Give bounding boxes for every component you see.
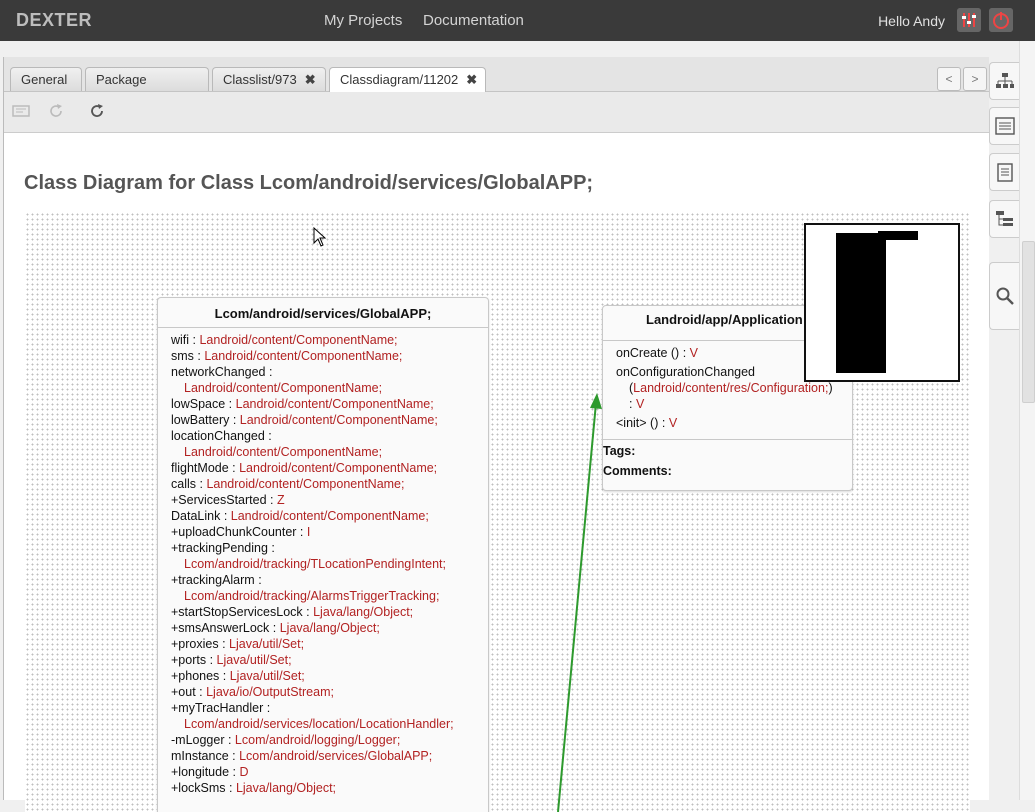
main-panel: General Package Deps✖ Classlist/973 ✖ Cla… xyxy=(3,57,989,812)
tab-classlist[interactable]: Classlist/973 ✖ xyxy=(212,67,326,91)
settings-button[interactable] xyxy=(957,8,981,32)
tab-label: General xyxy=(21,72,68,87)
tab-label: Classdiagram/11202 xyxy=(340,72,459,87)
close-icon[interactable]: ✖ xyxy=(305,72,316,87)
tab-classdiagram[interactable]: Classdiagram/11202 ✖ xyxy=(329,67,486,92)
class-name: Lcom/android/services/GlobalAPP; xyxy=(158,298,488,328)
logout-button[interactable] xyxy=(989,8,1013,32)
search-button[interactable] xyxy=(989,262,1019,330)
export-button[interactable] xyxy=(10,101,32,123)
diagram-canvas[interactable]: Lcom/android/services/GlobalAPP; wifi : … xyxy=(25,212,970,812)
tab-general[interactable]: General xyxy=(10,67,82,91)
tags-label: Tags: xyxy=(603,444,636,458)
field-item: lowBattery : Landroid/content/ComponentN… xyxy=(171,413,438,427)
list-icon xyxy=(994,117,1015,135)
power-icon xyxy=(989,8,1013,32)
minimap-view xyxy=(836,231,918,373)
close-icon[interactable]: ✖ xyxy=(466,72,477,87)
search-icon xyxy=(996,287,1014,305)
field-item: +phones : Ljava/util/Set; xyxy=(171,669,305,683)
field-item: +longitude : D xyxy=(171,765,249,779)
field-item: networkChanged : Landroid/content/Compone… xyxy=(171,365,383,395)
app-logo[interactable]: DEXTER xyxy=(16,10,92,31)
tree-icon xyxy=(995,211,1013,226)
field-item: locationChanged : Landroid/content/Compon… xyxy=(171,429,383,459)
user-greeting: Hello Andy xyxy=(878,13,945,29)
field-item: +ports : Ljava/util/Set; xyxy=(171,653,292,667)
scrollbar-thumb[interactable] xyxy=(1022,241,1035,403)
tab-label: Classlist/973 xyxy=(223,72,297,87)
sliders-icon xyxy=(957,8,981,32)
page-title: Class Diagram for Class Lcom/android/ser… xyxy=(24,172,594,194)
refresh-icon xyxy=(91,104,103,117)
right-sidebar xyxy=(989,57,1019,800)
field-item: +proxies : Ljava/util/Set; xyxy=(171,637,305,651)
field-item: +uploadChunkCounter : I xyxy=(171,525,311,539)
notes-icon xyxy=(996,163,1013,182)
field-item: DataLink : Landroid/content/ComponentNam… xyxy=(171,509,429,523)
tabs-prev-button[interactable]: < xyxy=(937,67,961,91)
diagram-minimap[interactable] xyxy=(804,223,960,382)
field-item: +startStopServicesLock : Ljava/lang/Obje… xyxy=(171,605,414,619)
field-item: +smsAnswerLock : Ljava/lang/Object; xyxy=(171,621,380,635)
field-item: +trackingPending : Lcom/android/tracking/… xyxy=(171,541,446,571)
mouse-cursor-icon xyxy=(313,227,327,247)
field-item: calls : Landroid/content/ComponentName; xyxy=(171,477,405,491)
nav-my-projects[interactable]: My Projects xyxy=(324,12,402,29)
tree-button[interactable] xyxy=(989,200,1019,238)
redo-icon xyxy=(50,104,62,117)
field-item: +myTracHandler : Lcom/android/services/lo… xyxy=(171,701,454,731)
refresh-button[interactable] xyxy=(86,101,108,123)
export-icon xyxy=(12,105,30,117)
field-item: sms : Landroid/content/ComponentName; xyxy=(171,349,403,363)
field-item: -mLogger : Lcom/android/logging/Logger; xyxy=(171,733,401,747)
field-list: wifi : Landroid/content/ComponentName; sm… xyxy=(158,328,488,796)
method-item: <init> () : V xyxy=(616,416,678,430)
field-item: flightMode : Landroid/content/ComponentN… xyxy=(171,461,438,475)
field-item: wifi : Landroid/content/ComponentName; xyxy=(171,333,398,347)
tabs-next-button[interactable]: > xyxy=(963,67,987,91)
tab-package-deps[interactable]: Package Deps✖ xyxy=(85,67,209,111)
field-item: mInstance : Lcom/android/services/Global… xyxy=(171,749,433,763)
hierarchy-button[interactable] xyxy=(989,62,1019,100)
field-item: lowSpace : Landroid/content/ComponentNam… xyxy=(171,397,434,411)
nav-documentation[interactable]: Documentation xyxy=(423,12,524,29)
top-bar: DEXTER My Projects Documentation Hello A… xyxy=(0,0,1035,41)
toolbar xyxy=(4,92,989,133)
comments-label: Comments: xyxy=(603,464,672,478)
notes-button[interactable] xyxy=(989,153,1019,191)
page-scrollbar[interactable] xyxy=(1019,41,1035,800)
list-button[interactable] xyxy=(989,107,1019,145)
class-box-globalapp[interactable]: Lcom/android/services/GlobalAPP; wifi : … xyxy=(157,297,489,812)
tab-strip: General Package Deps✖ Classlist/973 ✖ Cla… xyxy=(4,57,989,111)
redo-button[interactable] xyxy=(45,101,67,123)
field-item: +out : Ljava/io/OutputStream; xyxy=(171,685,334,699)
hierarchy-icon xyxy=(995,73,1014,88)
field-item: +lockSms : Ljava/lang/Object; xyxy=(171,781,337,795)
field-item: +ServicesStarted : Z xyxy=(171,493,285,507)
field-item: +trackingAlarm : Lcom/android/tracking/Al… xyxy=(171,573,440,603)
